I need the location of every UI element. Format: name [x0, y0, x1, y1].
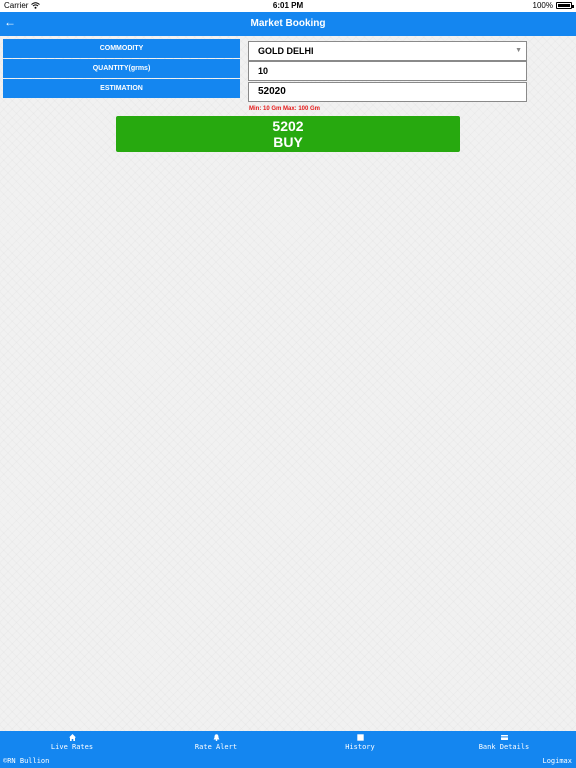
tab-bank-details[interactable]: Bank Details	[444, 734, 564, 751]
tab-label: Live Rates	[50, 743, 94, 751]
vendor-text: Logimax	[542, 757, 572, 765]
copyright-text: ©RN Bullion	[3, 757, 50, 765]
history-icon	[356, 734, 364, 741]
card-icon	[500, 735, 508, 740]
commodity-value: GOLD DELHI	[258, 46, 314, 56]
home-icon	[68, 734, 76, 741]
quantity-input[interactable]: 10	[248, 61, 527, 81]
tab-history[interactable]: History	[300, 734, 420, 751]
tab-bar: Live Rates Rate Alert History Bank Detai…	[0, 731, 576, 768]
status-bar: Carrier 6:01 PM 100%	[0, 0, 576, 12]
navigation-bar: ← Market Booking	[0, 12, 576, 36]
battery-group: 100%	[532, 1, 574, 10]
bell-icon	[213, 734, 219, 741]
status-time: 6:01 PM	[272, 1, 304, 10]
dropdown-caret-icon: ▼	[515, 47, 522, 54]
quantity-limit-hint: Min: 10 Gm Max: 100 Gm	[249, 106, 321, 112]
tab-live-rates[interactable]: Live Rates	[12, 734, 132, 751]
estimation-field: 52020	[248, 82, 527, 102]
commodity-label: COMMODITY	[3, 39, 240, 58]
buy-button[interactable]: 5202 BUY	[116, 116, 460, 152]
page-title: Market Booking	[250, 18, 326, 29]
commodity-select[interactable]: GOLD DELHI ▼	[248, 41, 527, 61]
battery-percent: 100%	[532, 1, 553, 10]
tab-rate-alert[interactable]: Rate Alert	[156, 734, 276, 751]
quantity-label: QUANTITY(grms)	[3, 59, 240, 78]
tab-label: Rate Alert	[194, 743, 238, 751]
buy-price: 5202	[272, 118, 304, 134]
buy-label: BUY	[273, 134, 303, 150]
tab-label: History	[345, 743, 375, 751]
estimation-label: ESTIMATION	[3, 79, 240, 98]
battery-icon	[556, 2, 574, 9]
tab-label: Bank Details	[478, 743, 530, 751]
